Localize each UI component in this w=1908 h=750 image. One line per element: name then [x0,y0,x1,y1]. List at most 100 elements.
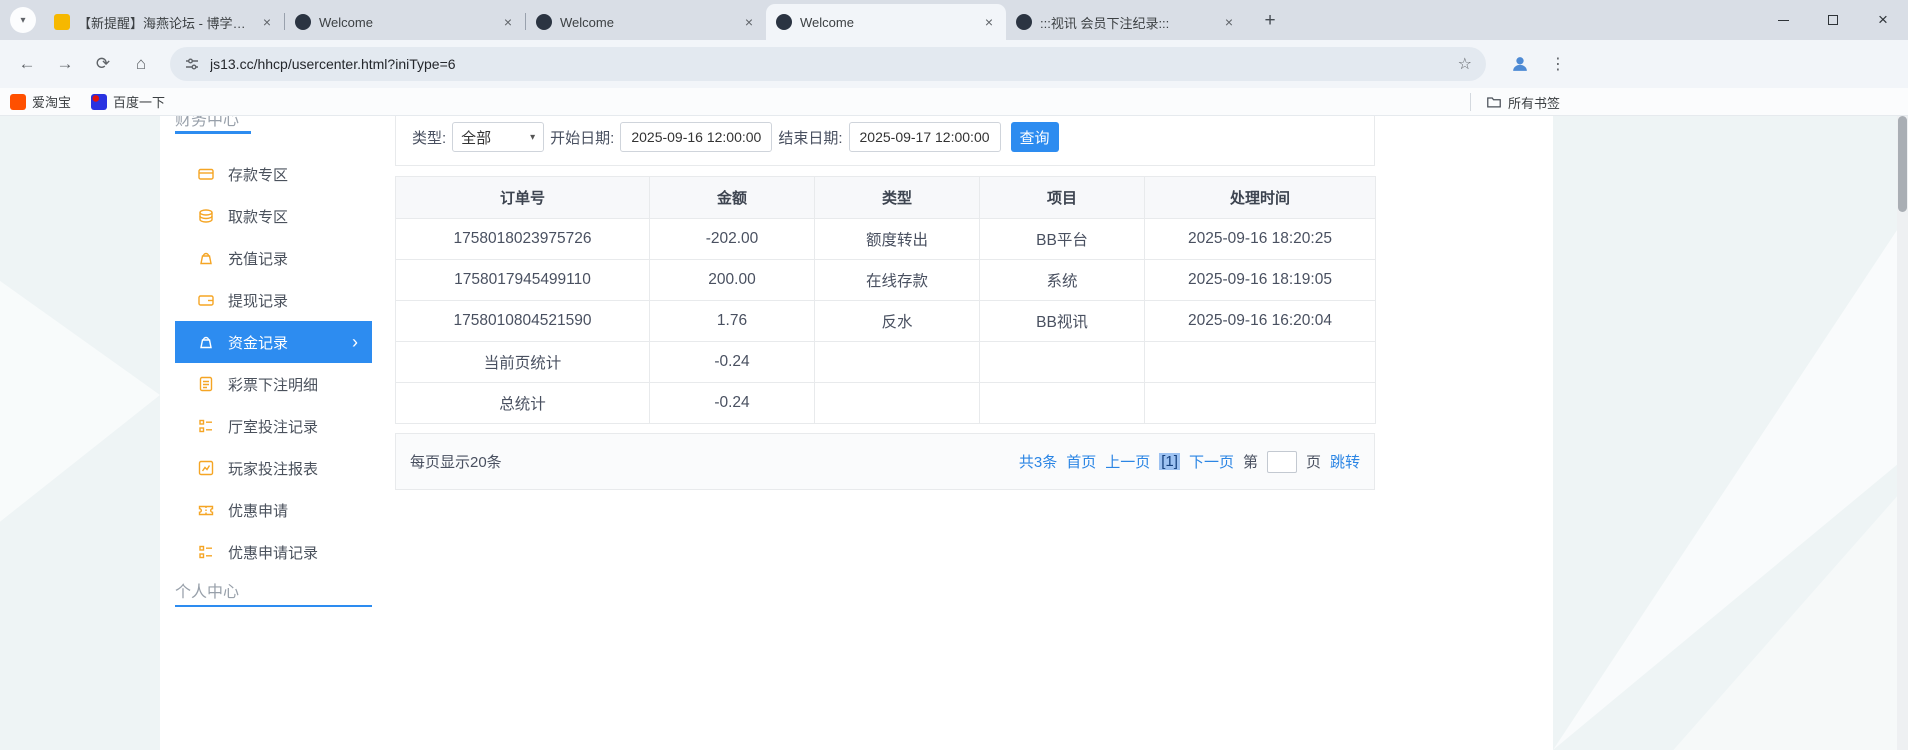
sidebar-item-label: 充值记录 [228,250,289,268]
tab-close-icon[interactable]: × [740,13,758,31]
sidebar: 财务中心 存款专区 取款专区 充值记录 提现记录 资金记录 › 彩票下注明细 厅… [175,116,372,750]
site-favicon-icon [1016,14,1032,30]
cell-time: 2025-09-16 18:20:25 [1144,218,1376,260]
jump-link[interactable]: 跳转 [1330,451,1360,472]
page-scrollbar[interactable] [1897,116,1908,750]
chevron-right-icon: › [352,331,358,352]
all-bookmarks-button[interactable]: 所有书签 [1486,88,1560,116]
browser-toolbar: ← → ⟳ ⌂ js13.cc/hhcp/usercenter.html?ini… [0,40,1908,88]
sidebar-item-promo-apply-records[interactable]: 优惠申请记录 [175,531,372,573]
tab-close-icon[interactable]: × [258,13,276,31]
cell-amount: -0.24 [649,341,815,383]
bank-card-icon [198,168,214,180]
sidebar-item-withdrawal-records[interactable]: 提现记录 [175,279,372,321]
sidebar-item-hall-bet-records[interactable]: 厅室投注记录 [175,405,372,447]
browser-tab-welcome-1[interactable]: Welcome × [285,4,525,40]
url-text[interactable]: js13.cc/hhcp/usercenter.html?iniType=6 [210,56,1458,72]
back-button[interactable]: ← [10,47,44,81]
end-date-input[interactable] [848,122,1001,152]
bookmarks-separator [1470,93,1471,111]
cell-amount: -202.00 [649,218,815,260]
col-header-type: 类型 [814,176,980,219]
all-bookmarks-label: 所有书签 [1508,95,1561,111]
chart-icon [198,460,214,476]
cell-type: 额度转出 [814,218,980,260]
close-window-button[interactable]: × [1858,0,1908,40]
first-page-link[interactable]: 首页 [1066,451,1096,472]
browser-tab-betting-records[interactable]: :::视讯 会员下注纪录::: × [1006,4,1246,40]
start-date-input[interactable] [620,122,773,152]
browser-menu-button[interactable]: ⋮ [1544,48,1572,80]
tab-title: Welcome [560,14,614,30]
browser-tab-forum[interactable]: 【新提醒】海燕论坛 - 博学交... × [44,4,284,40]
type-label: 类型: [412,129,447,147]
bookmark-taobao[interactable]: 爱淘宝 [10,92,71,111]
tab-search-button[interactable]: ▾ [10,7,36,33]
next-page-link[interactable]: 下一页 [1189,451,1234,472]
prev-page-link[interactable]: 上一页 [1105,451,1150,472]
tab-close-icon[interactable]: × [980,13,998,31]
filter-bar: 类型: 全部 ▾ 开始日期: 结束日期: 查询 [395,116,1375,166]
left-background-decor [0,116,160,750]
maximize-icon [1828,15,1838,25]
sidebar-item-label: 资金记录 [228,334,289,352]
scrollbar-thumb[interactable] [1898,116,1907,212]
type-select[interactable]: 全部 ▾ [452,122,545,152]
browser-tab-welcome-active[interactable]: Welcome × [766,4,1006,40]
maximize-button[interactable] [1808,0,1858,40]
profile-avatar-button[interactable] [1504,48,1536,80]
col-header-amount: 金额 [649,176,815,219]
sidebar-section-finance-center[interactable]: 财务中心 [175,116,239,130]
tab-close-icon[interactable]: × [499,13,517,31]
tab-strip: ▾ 【新提醒】海燕论坛 - 博学交... × Welcome × Welcome… [0,0,1908,40]
tab-title: 【新提醒】海燕论坛 - 博学交... [78,15,252,31]
bookmarks-bar: 爱淘宝 百度一下 所有书签 [0,88,1908,116]
main-content: 类型: 全部 ▾ 开始日期: 结束日期: 查询 订单号 金额 类型 项目 处理时… [395,116,1376,750]
funds-icon [200,336,212,349]
new-tab-button[interactable]: + [1256,7,1284,35]
sidebar-item-player-bet-report[interactable]: 玩家投注报表 [175,447,372,489]
sidebar-item-promo-apply[interactable]: 优惠申请 [175,489,372,531]
cell-order-no: 1758017945499110 [395,259,650,301]
address-bar[interactable]: js13.cc/hhcp/usercenter.html?iniType=6 ☆ [170,47,1486,81]
site-favicon-icon [295,14,311,30]
page-number-input[interactable] [1266,450,1297,473]
tab-title: :::视讯 会员下注纪录::: [1040,15,1170,31]
search-button[interactable]: 查询 [1010,122,1059,152]
sidebar-item-withdraw[interactable]: 取款专区 [175,195,372,237]
cell-order-no: 1758018023975726 [395,218,650,260]
cell-empty [979,382,1145,424]
sidebar-item-deposit[interactable]: 存款专区 [175,153,372,195]
browser-tab-welcome-2[interactable]: Welcome × [526,4,766,40]
money-bag-icon [200,252,212,265]
per-page-label: 每页显示20条 [410,454,502,471]
reload-button[interactable]: ⟳ [86,47,120,81]
cell-time: 2025-09-16 18:19:05 [1144,259,1376,301]
bookmark-baidu[interactable]: 百度一下 [91,92,165,111]
sidebar-item-label: 厅室投注记录 [228,418,319,436]
start-date-label: 开始日期: [550,129,615,147]
folder-icon [1487,97,1501,108]
tab-close-icon[interactable]: × [1220,13,1238,31]
cell-type: 在线存款 [814,259,980,301]
home-button[interactable]: ⌂ [124,47,158,81]
pagination-bar: 每页显示20条 共3条 首页 上一页 [1] 下一页 第 页 跳转 [395,433,1375,490]
pagination-controls: 共3条 首页 上一页 [1] 下一页 第 页 跳转 [1019,450,1360,473]
sidebar-menu: 存款专区 取款专区 充值记录 提现记录 资金记录 › 彩票下注明细 厅室投注记录… [175,153,372,573]
funds-records-table: 订单号 金额 类型 项目 处理时间 1758018023975726 -202.… [395,176,1376,424]
forward-button[interactable]: → [48,47,82,81]
forum-favicon-icon [54,14,70,30]
person-icon [1513,57,1527,71]
section-underline [175,605,372,607]
cell-empty [1144,382,1376,424]
cell-empty [1144,341,1376,383]
sidebar-item-funds-records[interactable]: 资金记录 › [175,321,372,363]
bookmark-star-icon[interactable]: ☆ [1458,54,1472,74]
sidebar-item-recharge-records[interactable]: 充值记录 [175,237,372,279]
sidebar-item-label: 彩票下注明细 [228,376,319,394]
sidebar-item-lottery-bet-details[interactable]: 彩票下注明细 [175,363,372,405]
bookmark-label: 百度一下 [113,95,166,110]
minimize-button[interactable] [1758,0,1808,40]
sidebar-section-personal-center[interactable]: 个人中心 [175,578,239,602]
minimize-icon [1777,19,1789,21]
